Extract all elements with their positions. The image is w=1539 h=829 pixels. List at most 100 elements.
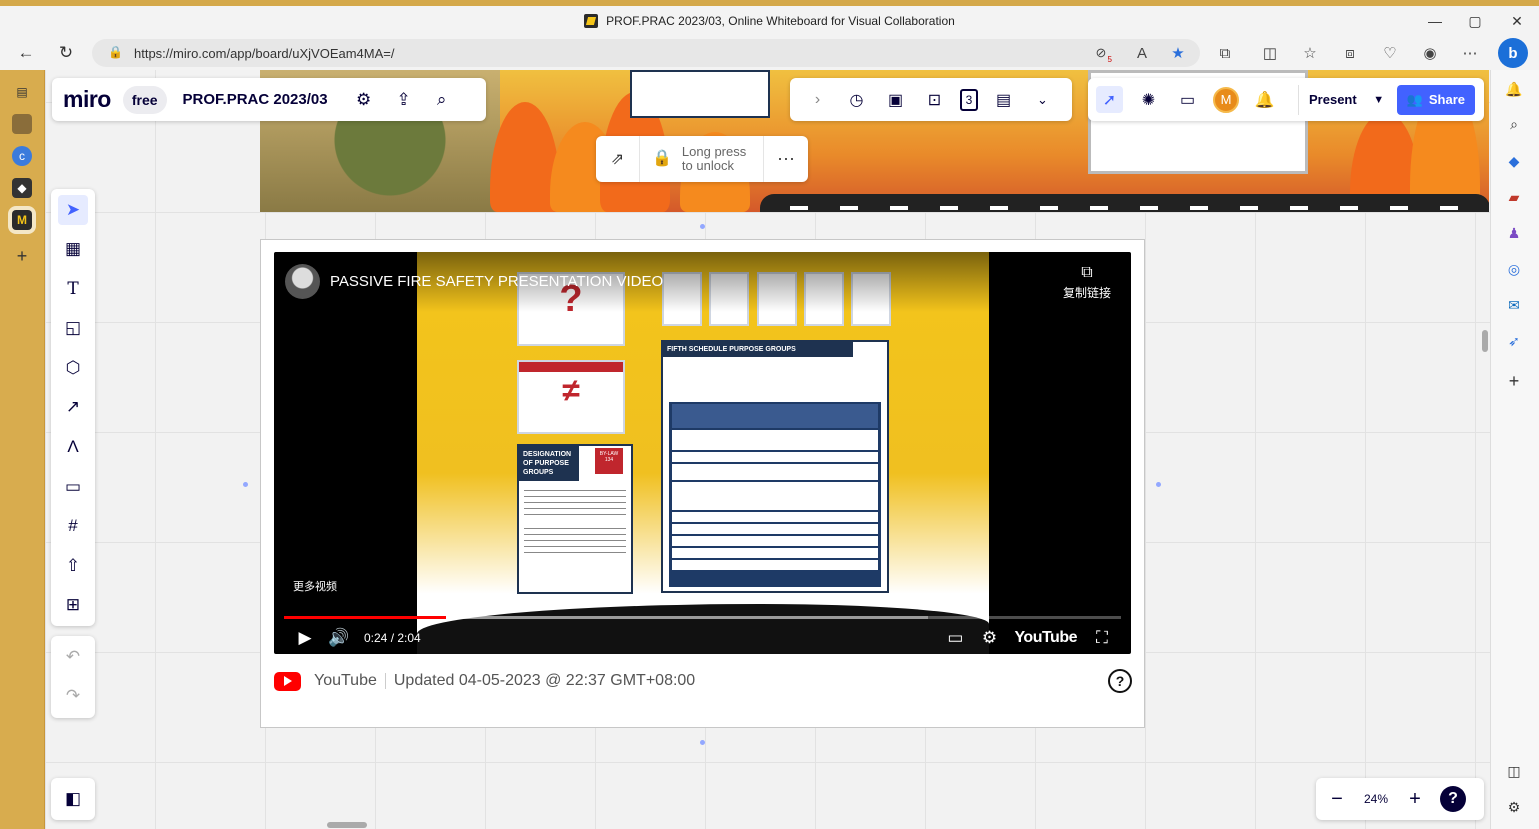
minimize-button[interactable]: — [1415,6,1455,36]
reactions-icon[interactable]: ✺ [1135,86,1162,113]
selection-handle-left[interactable] [243,482,248,487]
tab-miro-icon[interactable]: M [12,210,32,230]
sidebar-shopping-icon[interactable]: ◆ [1503,150,1525,172]
video-player[interactable]: ? ≠ FIFTH SCHEDULE PURPOSE GROUPS DESIGN… [274,252,1131,654]
sidebar-games-icon[interactable]: ♟ [1503,222,1525,244]
back-arrow-icon[interactable]: ← [13,40,39,66]
zoom-out-icon[interactable]: − [1316,778,1358,820]
user-avatar[interactable]: M [1213,86,1239,113]
browser-essentials-icon[interactable]: ♡ [1377,40,1403,66]
selection-handle-right[interactable] [1156,482,1161,487]
copy-link-button[interactable]: ⧉ 复制链接 [1063,264,1111,301]
read-aloud-icon[interactable]: A [1129,40,1155,66]
comments-icon[interactable]: ▭ [1174,86,1201,113]
canvas-scrollbar[interactable] [1482,330,1488,352]
extensions-icon[interactable]: ⧉ [1212,40,1238,66]
fullscreen-icon[interactable]: ⛶ [1085,622,1119,654]
notifications-bell-icon[interactable]: 🔔 [1251,86,1278,113]
unlock-button[interactable]: 🔒 Long press to unlock [640,136,764,182]
search-icon[interactable]: ⌕ [428,86,456,114]
sticky-note-icon[interactable]: ◱ [58,313,88,343]
channel-avatar[interactable] [285,264,320,299]
sidebar-settings-gear-icon[interactable]: ⚙ [1503,796,1525,818]
focus-frame-icon[interactable]: ⊡ [921,86,948,113]
present-dropdown-chevron-icon[interactable]: ▼ [1367,85,1391,115]
select-cursor-icon[interactable]: ➤ [58,195,88,225]
board-settings-gear-icon[interactable]: ⚙ [350,86,378,114]
selection-handle-top[interactable] [700,224,705,229]
sidebar-notifications-icon[interactable]: 🔔 [1503,78,1525,100]
redo-icon[interactable]: ↷ [58,681,88,711]
refresh-icon[interactable]: ↻ [53,40,79,66]
help-button[interactable]: ? [1440,786,1466,812]
miro-app-icon [584,14,599,28]
frame-icon[interactable]: # [58,511,88,541]
selection-handle-bottom[interactable] [700,740,705,745]
window-titlebar: PROF.PRAC 2023/03, Online Whiteboard for… [0,6,1539,36]
connection-line-icon[interactable]: ↗ [58,392,88,422]
pen-icon[interactable]: Ʌ [58,432,88,462]
video-settings-gear-icon[interactable]: ⚙ [972,622,1006,654]
video-progress-bar[interactable] [284,616,1121,619]
profile-icon[interactable]: ◉ [1417,40,1443,66]
tracking-prevention-icon[interactable]: ⊘ 5 [1088,40,1114,66]
templates-icon[interactable]: ▦ [58,234,88,264]
tab-actions-icon[interactable]: ▤ [12,82,32,102]
youtube-icon [274,671,301,691]
zoom-in-icon[interactable]: + [1394,778,1436,820]
settings-menu-icon[interactable]: ⋯ [1457,40,1483,66]
present-button[interactable]: Present [1298,84,1367,115]
sidebar-m365-icon[interactable]: ◎ [1503,258,1525,280]
new-tab-plus-icon[interactable]: + [12,246,32,266]
miro-logo[interactable]: miro [63,86,111,113]
video-title[interactable]: PASSIVE FIRE SAFETY PRESENTATION VIDEO [330,273,663,290]
canvas-horizontal-scrollbar[interactable] [327,822,367,828]
collections-icon[interactable]: ⧈ [1337,40,1363,66]
frames-counter-icon[interactable]: 3 [960,88,978,111]
tab-favicon-2-icon[interactable]: c [12,146,32,166]
favorite-star-icon[interactable]: ★ [1165,40,1191,66]
comment-icon[interactable]: ▭ [58,472,88,502]
board-title[interactable]: PROF.PRAC 2023/03 [183,91,328,108]
undo-icon[interactable]: ↶ [58,642,88,672]
zoom-controls: − 24% + ? [1316,778,1484,820]
expand-chevron-icon[interactable]: › [804,86,831,113]
sidebar-drop-icon[interactable]: ➶ [1503,330,1525,352]
open-link-icon[interactable]: ⇗ [596,136,640,182]
text-tool-icon[interactable]: T [58,274,88,304]
tab-favicon-3-icon[interactable]: ◆ [12,178,32,198]
split-screen-icon[interactable]: ◫ [1257,40,1283,66]
sticky-note-reaction-icon[interactable]: ▣ [882,86,909,113]
export-upload-icon[interactable]: ⇪ [390,86,418,114]
youtube-logo[interactable]: YouTube [1014,629,1077,647]
sidebar-hide-icon[interactable]: ◫ [1503,760,1525,782]
subtitles-icon[interactable]: ▭ [938,622,972,654]
tab-favicon-1-icon[interactable] [12,114,32,134]
close-window-button[interactable]: ✕ [1497,6,1537,36]
sidebar-search-icon[interactable]: ⌕ [1503,113,1525,135]
more-videos-label[interactable]: 更多视频 [293,578,337,594]
sidebar-add-icon[interactable]: + [1503,370,1525,392]
maximize-button[interactable]: ▢ [1455,6,1495,36]
volume-icon[interactable]: 🔊 [322,622,356,654]
sidebar-toggle-icon[interactable]: ◧ [51,778,95,820]
zoom-level[interactable]: 24% [1358,792,1394,806]
embed-help-icon[interactable]: ? [1108,669,1132,693]
play-icon[interactable]: ▶ [288,622,322,654]
address-bar[interactable]: 🔒 https://miro.com/app/board/uXjVOEam4MA… [92,39,1200,67]
lock-label-line2: to unlock [681,158,734,173]
copilot-icon[interactable]: b [1498,38,1528,68]
notes-icon[interactable]: ▤ [990,86,1017,113]
timer-icon[interactable]: ◷ [843,86,870,113]
share-button[interactable]: 👥 Share [1396,84,1476,115]
more-options-icon[interactable]: ⋯ [764,149,808,170]
sidebar-outlook-icon[interactable]: ✉ [1503,294,1525,316]
plan-badge[interactable]: free [122,85,167,114]
upload-icon[interactable]: ⇧ [58,551,88,581]
favorites-icon[interactable]: ☆ [1297,40,1323,66]
more-tools-chevron-icon[interactable]: ⌄ [1029,86,1056,113]
sidebar-tools-icon[interactable]: ▰ [1503,186,1525,208]
more-apps-plus-icon[interactable]: ⊞ [58,590,88,620]
cursor-follow-icon[interactable]: ➚ [1096,86,1123,113]
shapes-icon[interactable]: ⬡ [58,353,88,383]
